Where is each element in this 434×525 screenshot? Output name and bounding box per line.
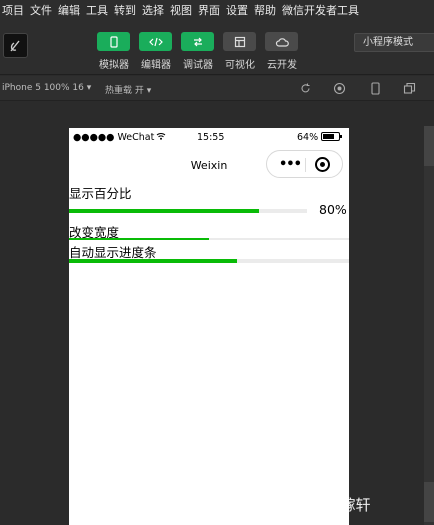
rotate-icon[interactable] (299, 82, 312, 95)
menu-interface[interactable]: 界面 (198, 2, 220, 18)
wifi-icon (157, 133, 166, 140)
layout-icon (234, 36, 245, 47)
menu-goto[interactable]: 转到 (114, 2, 136, 18)
code-icon (148, 37, 163, 46)
debug-icon (193, 37, 202, 46)
menu-app-title: 微信开发者工具 (282, 3, 359, 17)
more-icon[interactable]: ••• (279, 157, 302, 172)
avatar[interactable] (3, 33, 28, 58)
progress-label: 显示百分比 (69, 186, 132, 201)
simulator-toolbar: iPhone 5 100% 16 ▾ 热重载 开 ▾ (0, 76, 434, 101)
popout-icon[interactable] (403, 82, 416, 95)
menu-tools[interactable]: 工具 (86, 2, 108, 18)
right-panel-edge (424, 126, 434, 525)
debugger-label: 调试器 (183, 60, 213, 71)
progress-track (69, 259, 349, 263)
cloud-dev-button[interactable] (265, 32, 298, 51)
menu-help[interactable]: 帮助 (254, 2, 276, 18)
capsule-divider (305, 158, 306, 172)
phone-screen: ●●●●● WeChat 15:55 64% Weixin ••• 显示百分比 … (69, 128, 349, 525)
progress-fill (69, 259, 237, 263)
device-select[interactable]: iPhone 5 100% 16 ▾ (2, 83, 91, 93)
phone-nav-bar: Weixin ••• (69, 148, 349, 182)
phone-frame-icon[interactable] (369, 82, 382, 95)
editor-button[interactable] (139, 32, 172, 51)
toolbar: 模拟器 编辑器 调试器 可视化 云开发 小程序模式 (0, 19, 434, 75)
hot-reload-select[interactable]: 热重载 开 ▾ (105, 83, 151, 96)
status-time: 15:55 (197, 132, 225, 143)
simulator-label: 模拟器 (99, 60, 129, 71)
battery-status: 64% (297, 132, 343, 143)
menu-view[interactable]: 视图 (170, 2, 192, 18)
menu-select[interactable]: 选择 (142, 2, 164, 18)
visual-button[interactable] (223, 32, 256, 51)
menu-bar: 项目 文件 编辑 工具 转到 选择 视图 界面 设置 帮助 微信开发者工具 (0, 0, 434, 19)
menu-edit[interactable]: 编辑 (58, 2, 80, 18)
menu-settings[interactable]: 设置 (226, 2, 248, 18)
right-panel-tab[interactable] (424, 126, 434, 166)
menu-file[interactable]: 文件 (30, 2, 52, 18)
progress-fill (69, 238, 209, 240)
record-icon[interactable] (333, 82, 346, 95)
visual-label: 可视化 (225, 60, 255, 71)
progress-fill (69, 209, 260, 213)
progress-track (69, 209, 307, 213)
phone-icon (109, 35, 118, 48)
close-miniprogram-icon[interactable] (315, 157, 330, 172)
debugger-button[interactable] (181, 32, 214, 51)
progress-track (69, 238, 349, 240)
cloud-icon (275, 37, 289, 47)
battery-icon (321, 132, 343, 141)
user-avatar-icon (9, 40, 20, 51)
capsule-menu: ••• (266, 150, 343, 178)
watermark: CSDN @叶仪景——星稼轩 (188, 496, 371, 514)
mode-select[interactable]: 小程序模式 (354, 33, 434, 52)
progress-percent: 80% (319, 202, 347, 217)
menu-project[interactable]: 项目 (2, 2, 24, 18)
editor-label: 编辑器 (141, 60, 171, 71)
carrier-signal: ●●●●● WeChat (73, 132, 166, 143)
cloud-dev-label: 云开发 (267, 60, 297, 71)
right-panel-tab[interactable] (424, 482, 434, 522)
simulator-button[interactable] (97, 32, 130, 51)
phone-status-bar: ●●●●● WeChat 15:55 64% (69, 128, 349, 148)
